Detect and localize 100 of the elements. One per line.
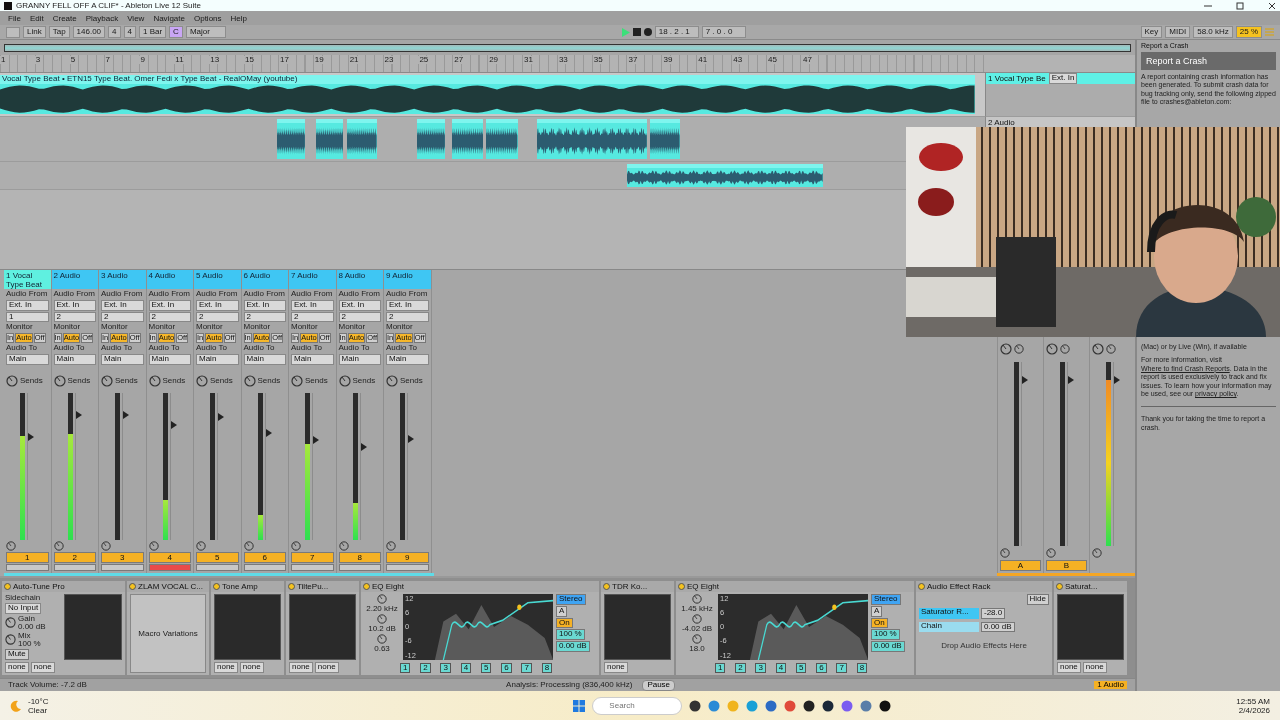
audio-clip[interactable] [451, 119, 483, 159]
signature-denominator[interactable]: 4 [123, 26, 136, 38]
band-toggle[interactable]: 7 [521, 663, 532, 673]
knob[interactable] [53, 541, 64, 551]
menu-item[interactable]: Navigate [153, 13, 185, 23]
menu-item[interactable]: View [127, 13, 145, 23]
chain-item[interactable]: Chain [919, 621, 979, 633]
audio-clip[interactable] [277, 119, 306, 159]
key-select[interactable]: C [169, 26, 183, 38]
knob[interactable] [148, 375, 161, 388]
macro-select[interactable]: none [239, 662, 264, 673]
tempo-field[interactable]: 146.00 [72, 26, 106, 38]
track-title[interactable]: 9 Audio [384, 270, 431, 289]
output-select[interactable]: Main [338, 354, 381, 366]
knob[interactable] [338, 541, 349, 551]
knob[interactable] [1000, 548, 1010, 558]
knob[interactable] [6, 541, 16, 551]
track-activator-button[interactable]: 6 [243, 552, 286, 563]
fader-track[interactable] [169, 393, 177, 540]
band-toggle[interactable]: 2 [735, 663, 746, 673]
knob[interactable] [53, 375, 66, 388]
view-toggle[interactable] [6, 26, 20, 38]
app-icon[interactable] [803, 699, 816, 712]
fader-handle[interactable] [1021, 376, 1028, 385]
edit-select[interactable]: A [556, 605, 568, 617]
return-activator-button[interactable]: A [1000, 560, 1041, 571]
knob[interactable] [243, 375, 256, 388]
output-select[interactable]: Main [101, 354, 144, 366]
band-toggle[interactable]: 4 [775, 663, 787, 673]
knob[interactable] [386, 375, 398, 388]
band-toggle[interactable]: 6 [816, 663, 827, 673]
output-select[interactable]: Main [243, 354, 286, 366]
chain-volume-field[interactable]: -28.0 [981, 607, 1006, 619]
arm-button[interactable] [196, 564, 239, 571]
fader-handle[interactable] [170, 421, 177, 430]
arrangement-overview[interactable] [4, 44, 1131, 52]
macro-select[interactable]: none [289, 662, 313, 673]
macro-select[interactable]: none [30, 662, 55, 673]
track-header[interactable]: 2 Audio [986, 117, 1135, 128]
knob[interactable] [243, 541, 254, 551]
track-title[interactable]: 4 Audio [146, 270, 193, 289]
band-toggle[interactable]: 3 [755, 663, 766, 673]
fader-handle[interactable] [123, 411, 130, 420]
fader-track[interactable] [407, 393, 415, 540]
audio-clip[interactable] [650, 119, 680, 159]
macro-select[interactable]: none [314, 662, 339, 673]
return-activator-button[interactable]: B [1046, 560, 1087, 571]
record-icon[interactable] [643, 28, 652, 36]
fader-handle[interactable] [313, 436, 320, 445]
track-activator-button[interactable]: 3 [101, 552, 144, 563]
device-toggle[interactable] [4, 583, 11, 590]
arm-button[interactable] [148, 564, 191, 571]
sidechain-select[interactable]: No Input [5, 603, 42, 614]
fader-handle[interactable] [360, 443, 367, 452]
search-field[interactable]: Search [592, 696, 683, 715]
arm-button[interactable] [6, 564, 49, 571]
arm-button[interactable] [386, 564, 429, 571]
menu-item[interactable]: Help [230, 13, 247, 23]
knob[interactable] [1000, 343, 1012, 355]
scale-select[interactable]: Major [185, 26, 226, 38]
adapt-q-button[interactable]: On [871, 617, 888, 629]
edit-select[interactable]: A [871, 605, 883, 617]
arm-button[interactable] [291, 564, 334, 571]
arm-button[interactable] [243, 564, 286, 571]
input-type-select[interactable]: Ext. In [6, 299, 49, 311]
input-channel-select[interactable]: 2 [291, 311, 334, 323]
fader-track[interactable] [217, 393, 225, 540]
chain-volume-field[interactable]: 0.00 dB [981, 621, 1015, 633]
tap-button[interactable]: Tap [48, 26, 70, 38]
track-activator-button[interactable]: 5 [196, 552, 239, 563]
output-gain-field[interactable]: 0.00 dB [556, 641, 590, 652]
macro-select[interactable]: none [214, 662, 238, 673]
output-select[interactable]: Main [53, 354, 96, 366]
input-type-select[interactable]: Ext. In [243, 299, 286, 311]
quantize-select[interactable]: 1 Bar [138, 26, 167, 38]
input-channel-select[interactable]: 2 [243, 311, 286, 323]
fader-handle[interactable] [28, 433, 35, 442]
knob[interactable] [1092, 548, 1102, 558]
knob[interactable] [377, 634, 387, 644]
track-title[interactable]: 6 Audio [241, 270, 288, 289]
input-type-select[interactable]: Ext. In [338, 299, 381, 311]
key-map-button[interactable]: Key [1140, 26, 1163, 38]
arm-button[interactable] [338, 564, 381, 571]
band-toggle[interactable]: 5 [480, 663, 492, 673]
knob[interactable] [692, 614, 702, 624]
input-channel-select[interactable]: 1 [6, 311, 49, 323]
fader-handle[interactable] [265, 428, 272, 437]
input-channel-select[interactable]: 2 [338, 311, 381, 323]
knob[interactable] [377, 614, 387, 624]
signature-numerator[interactable]: 4 [108, 26, 121, 38]
knob[interactable] [291, 541, 301, 551]
midi-map-button[interactable]: MIDI [1165, 26, 1191, 38]
input-select[interactable]: Ext. In [1048, 73, 1078, 84]
macro-select[interactable]: none [604, 662, 628, 673]
band-toggle[interactable]: 5 [795, 663, 807, 673]
track-activator-button[interactable]: 7 [291, 552, 334, 563]
device-toggle[interactable] [918, 583, 925, 590]
input-channel-select[interactable]: 2 [53, 311, 96, 323]
knob[interactable] [101, 541, 111, 551]
knob[interactable] [1014, 344, 1024, 354]
